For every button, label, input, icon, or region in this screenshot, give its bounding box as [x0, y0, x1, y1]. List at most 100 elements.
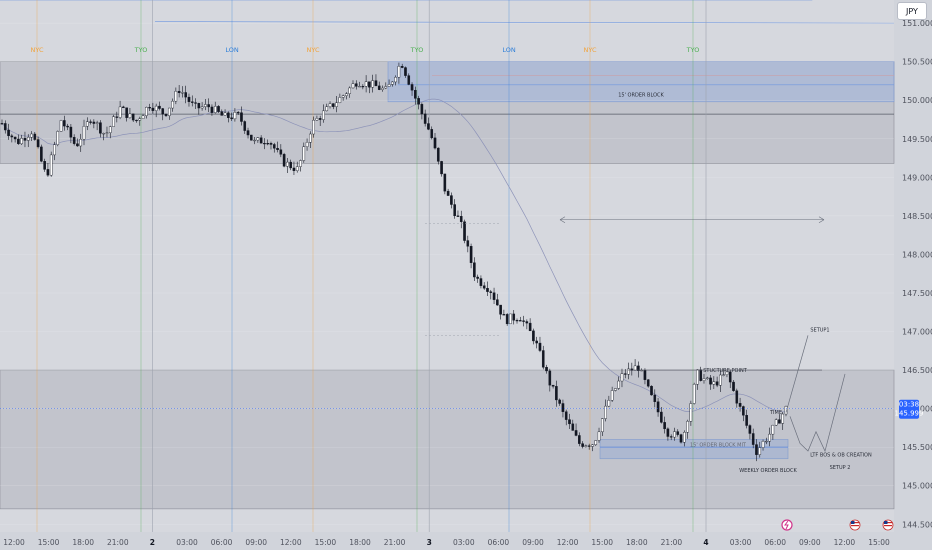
- candle-body: [748, 425, 752, 434]
- candle-body: [489, 291, 493, 293]
- candle-body: [400, 66, 404, 68]
- candle-body: [430, 129, 434, 139]
- candle-body: [623, 373, 627, 375]
- candle-body: [200, 106, 204, 109]
- candle-body: [276, 148, 279, 150]
- candle-body: [230, 117, 233, 120]
- candle-body: [374, 80, 378, 87]
- candle-body: [686, 421, 689, 433]
- candle-body: [72, 137, 76, 144]
- price-tick-label: 150.500: [902, 58, 932, 67]
- time-tick-label: 12:00: [3, 538, 25, 547]
- candle-body: [568, 419, 571, 425]
- time-tick-label: 03:00: [730, 538, 752, 547]
- candle-body: [610, 390, 614, 401]
- candle-body: [177, 90, 181, 94]
- candle-body: [669, 436, 673, 438]
- candle-body: [650, 385, 653, 396]
- candle-body: [679, 434, 683, 443]
- flag-stripe: [884, 525, 892, 527]
- candle-body: [371, 80, 374, 88]
- candle-body: [151, 107, 155, 111]
- candle-body: [197, 103, 201, 109]
- candle-body: [272, 144, 276, 149]
- candle-body: [53, 144, 56, 156]
- session-label: LON: [502, 46, 516, 54]
- candle-body: [190, 101, 194, 103]
- candle-body: [282, 154, 286, 167]
- candle-body: [348, 87, 352, 94]
- candle-body: [161, 108, 165, 115]
- candle-body: [696, 369, 699, 385]
- time-tick-label: 06:00: [211, 538, 233, 547]
- price-tick-label: 147.000: [902, 328, 932, 337]
- price-chart[interactable]: 15' ORDER BLOCK15' ORDER BLOCK15' ORDER …: [0, 0, 932, 550]
- candle-body: [259, 137, 263, 144]
- candle-body: [312, 119, 315, 135]
- candle-body: [591, 444, 594, 447]
- price-tick-label: 145.500: [902, 443, 932, 452]
- candle-body: [545, 367, 548, 372]
- time-tick-label: 06:00: [764, 538, 786, 547]
- candle-body: [102, 133, 105, 135]
- candle-body: [318, 118, 322, 120]
- candle-body: [325, 106, 329, 112]
- candle-body: [122, 106, 125, 108]
- candle-body: [377, 85, 381, 90]
- price-tick-label: 146.500: [902, 366, 932, 375]
- time-tick-label: 18:00: [626, 538, 648, 547]
- candle-body: [463, 221, 466, 241]
- candle-body: [79, 138, 83, 147]
- candle-body: [476, 276, 479, 279]
- candle-body: [23, 138, 27, 141]
- candle-body: [240, 112, 243, 122]
- time-tick-label: 18:00: [349, 538, 371, 547]
- candle-body: [761, 441, 765, 448]
- candle-body: [453, 204, 456, 217]
- candle-body: [220, 111, 224, 116]
- time-tick-label: 15:00: [591, 538, 613, 547]
- candle-body: [414, 90, 417, 99]
- setup2-label: SETUP 2: [830, 465, 851, 471]
- candle-body: [496, 299, 499, 306]
- candle-body: [43, 161, 46, 170]
- candle-body: [361, 86, 365, 88]
- price-tick-label: 148.500: [902, 212, 932, 221]
- candle-body: [735, 390, 739, 404]
- candle-body: [20, 138, 23, 145]
- candle-body: [482, 285, 486, 289]
- candle-body: [515, 320, 519, 322]
- candle-body: [89, 121, 92, 123]
- candle-body: [578, 435, 581, 444]
- candle-body: [17, 138, 20, 145]
- time-tick-label: 12:00: [557, 538, 579, 547]
- price-tick-label: 148.000: [902, 250, 932, 259]
- time-tick-label: 09:00: [522, 538, 544, 547]
- candle-body: [722, 374, 725, 376]
- candle-body: [141, 115, 145, 119]
- time-tick-label: 21:00: [661, 538, 683, 547]
- time-tick-label: 06:00: [488, 538, 510, 547]
- candle-body: [765, 440, 768, 443]
- session-label: TYO: [410, 46, 424, 54]
- currency-button[interactable]: JPY: [897, 2, 927, 20]
- flag-stripe: [851, 525, 859, 527]
- candle-body: [223, 112, 227, 116]
- candle-body: [118, 106, 122, 118]
- candle-body: [302, 146, 306, 161]
- candle-body: [505, 314, 509, 325]
- candle-body: [368, 81, 371, 88]
- candle-body: [742, 406, 745, 416]
- candle-body: [99, 122, 102, 134]
- candle-body: [138, 118, 142, 121]
- candle-body: [469, 246, 473, 263]
- candle-body: [525, 321, 529, 324]
- flag-canton: [884, 521, 888, 524]
- candle-body: [148, 107, 151, 109]
- candle-body: [213, 106, 217, 113]
- candle-body: [712, 381, 716, 385]
- candle-body: [345, 93, 348, 96]
- candle-body: [423, 113, 427, 124]
- candle-body: [299, 160, 302, 167]
- candle-body: [63, 120, 66, 127]
